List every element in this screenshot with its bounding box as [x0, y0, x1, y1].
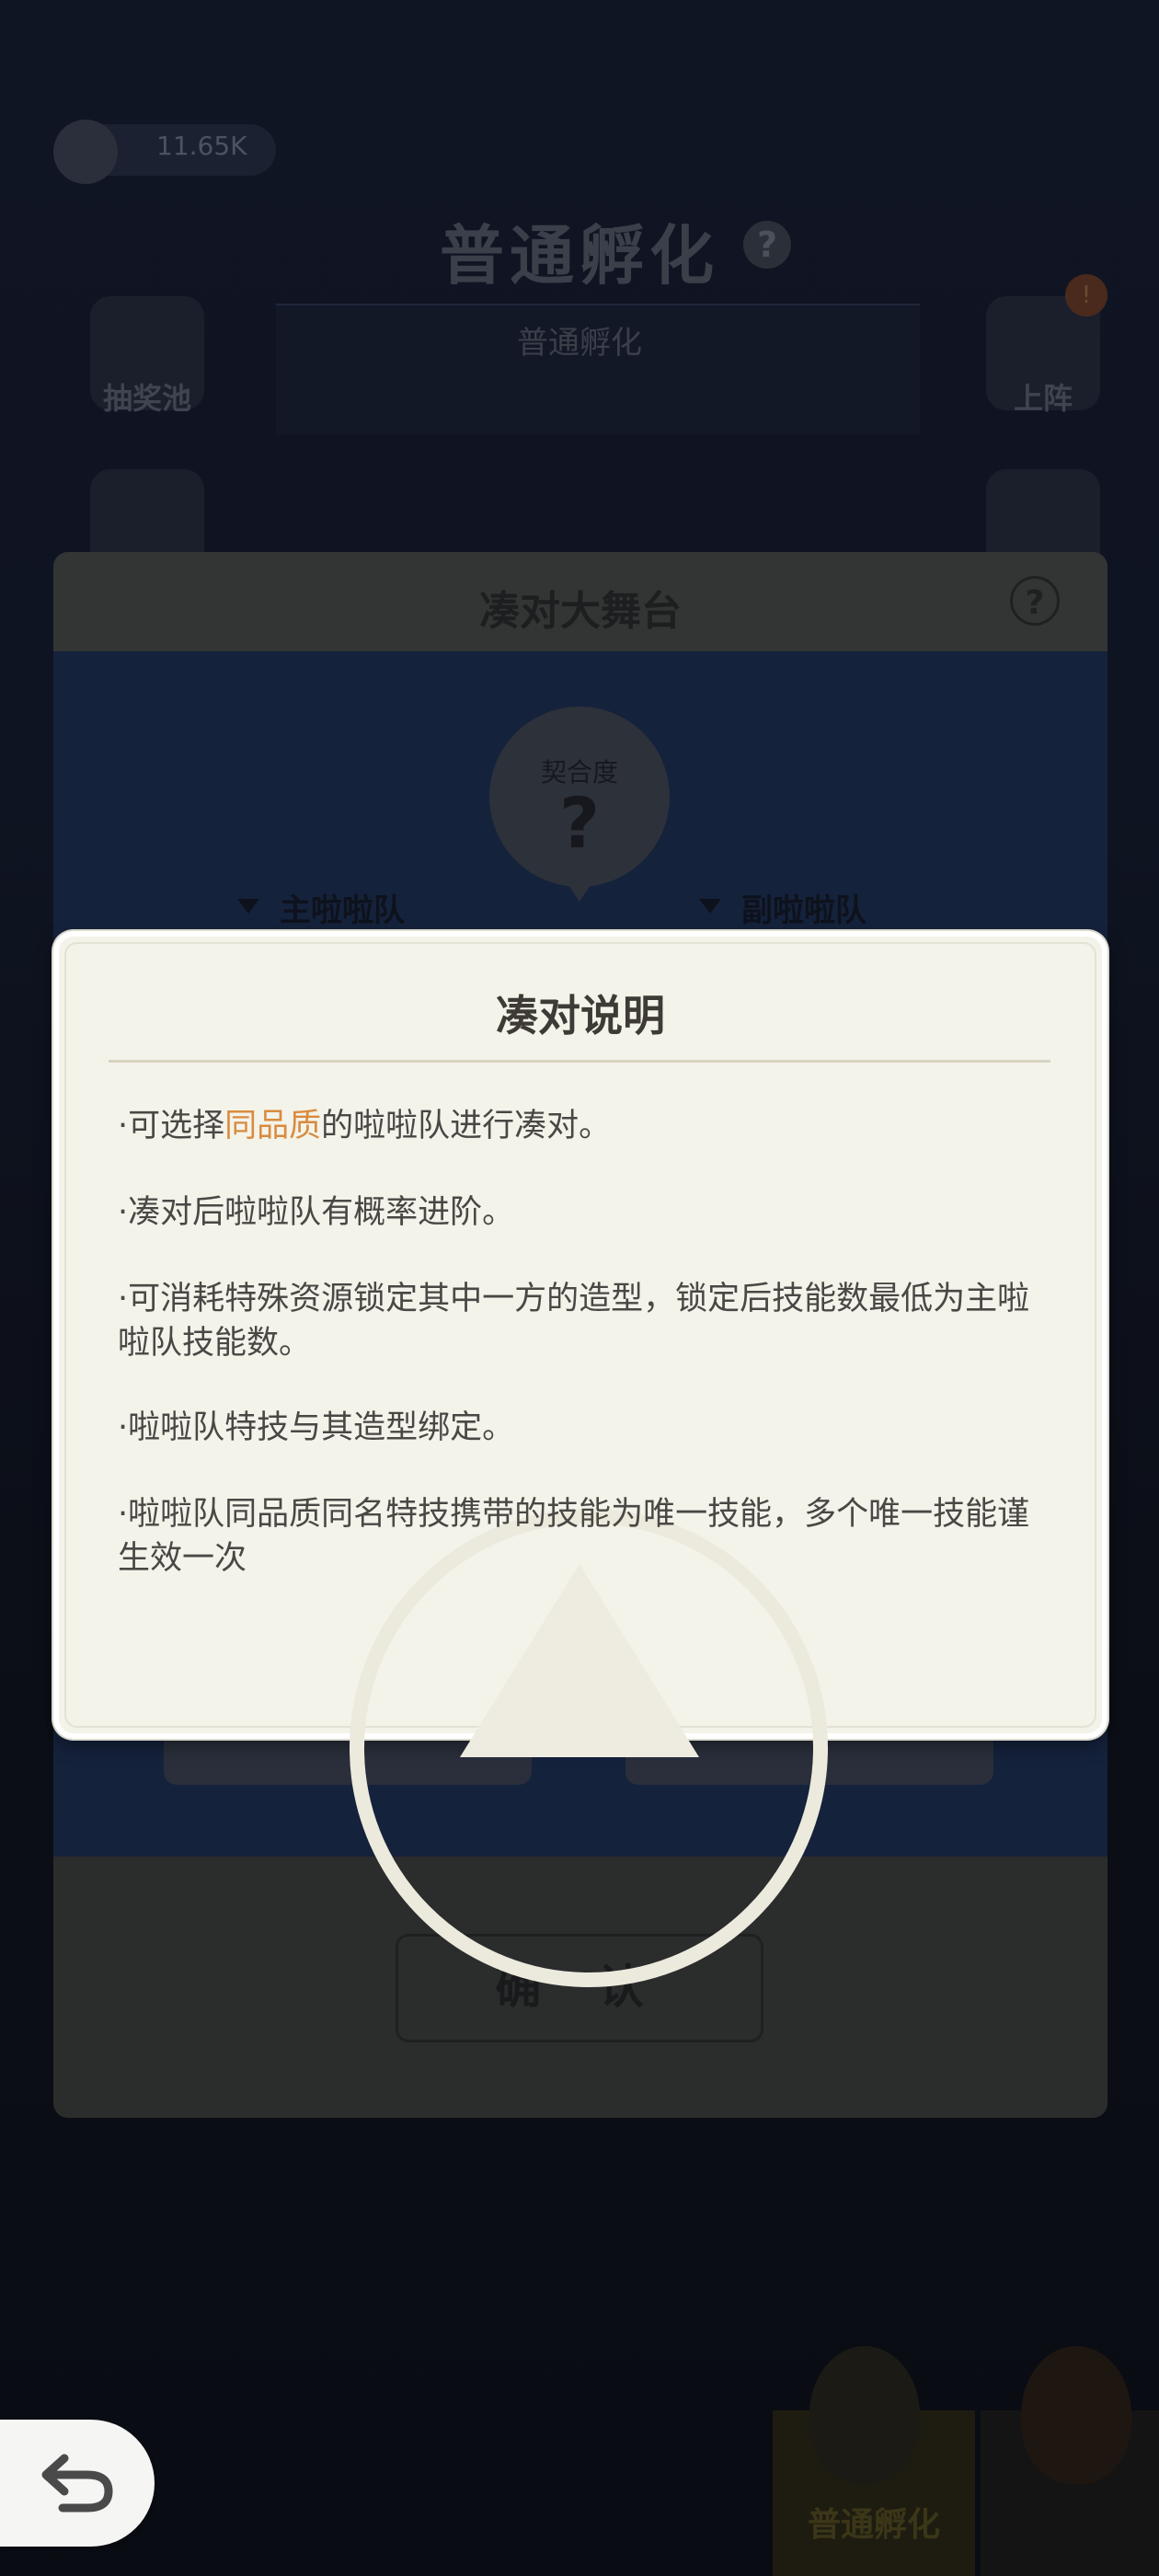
deploy-label: 上阵: [1013, 381, 1073, 416]
rule-text: 的啦啦队进行凑对。: [321, 1108, 612, 1144]
triangle-down-icon: [237, 899, 259, 914]
emblem-watermark: [460, 1564, 699, 1757]
stage-title: 凑对大舞台: [479, 588, 682, 635]
main-team-label: 主啦啦队: [280, 892, 405, 929]
rule-highlight: 同品质: [224, 1108, 322, 1144]
dialog-title: 凑对说明: [496, 991, 665, 1041]
rule-item-1: ·可选择同品质的啦啦队进行凑对。: [118, 1104, 1038, 1148]
triangle-down-icon: [699, 899, 721, 914]
rule-item-2: ·凑对后啦啦队有概率进阶。: [118, 1194, 515, 1231]
title-divider: [109, 1060, 1050, 1063]
coin-icon: [53, 120, 118, 184]
hatch-help-icon[interactable]: ?: [743, 221, 791, 269]
normal-hatch-label: 普通孵化: [807, 2506, 940, 2544]
currency-value: 11.65K: [156, 131, 247, 161]
rule-text: ·可选择: [118, 1108, 225, 1144]
egg-icon: [1021, 2346, 1131, 2484]
rule-item-5: ·啦啦队同品质同名特技携带的技能为唯一技能，多个唯一技能谨生效一次: [118, 1496, 1030, 1577]
fit-value: ?: [558, 782, 601, 864]
hatch-title: 普通孵化: [440, 218, 719, 293]
egg-icon: [809, 2346, 920, 2484]
rule-item-3: ·可消耗特殊资源锁定其中一方的造型，锁定后技能数最低为主啦啦队技能数。: [118, 1281, 1030, 1362]
rule-item-4: ·啦啦队特技与其造型绑定。: [118, 1409, 515, 1446]
stage-help-icon[interactable]: ?: [1010, 576, 1060, 626]
fit-bubble-tail: [561, 874, 598, 902]
lottery-pool-label: 抽奖池: [102, 381, 191, 416]
back-arrow-icon: [41, 2454, 113, 2513]
notification-badge: !: [1065, 274, 1107, 316]
sub-team-label: 副啦啦队: [741, 892, 866, 929]
